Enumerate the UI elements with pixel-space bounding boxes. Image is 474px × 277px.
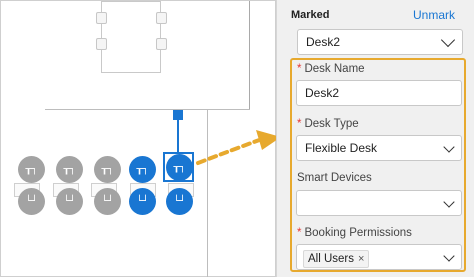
permission-chip: All Users × <box>303 250 370 268</box>
desk-name-input[interactable]: Desk2 <box>296 80 462 106</box>
desk-type-label: * Desk Type <box>297 118 359 130</box>
desk-type-value: Flexible Desk <box>305 141 378 155</box>
desk-type-select[interactable]: Flexible Desk <box>296 135 462 161</box>
smart-devices-label: Smart Devices <box>297 172 372 184</box>
chevron-down-icon <box>440 32 456 48</box>
marked-label: Marked <box>291 9 330 21</box>
permission-chip-label: All Users <box>308 253 355 265</box>
desk-name-label: * Desk Name <box>297 63 365 75</box>
chevron-down-icon <box>443 141 455 153</box>
marked-desk-value: Desk2 <box>306 35 341 49</box>
app-root: ┰┐ ┰┐ ┰┐ ┰┐ ┰┐ └┘ └┘ └┘ └┘ └┘ Marked Unm… <box>0 0 474 277</box>
chip-remove-icon[interactable]: × <box>358 251 364 267</box>
unmark-link[interactable]: Unmark <box>413 8 455 22</box>
smart-devices-select[interactable] <box>296 190 462 216</box>
booking-permissions-select[interactable]: All Users × <box>296 244 462 270</box>
chevron-down-icon <box>443 196 455 208</box>
marked-desk-select[interactable]: Desk2 <box>297 29 463 55</box>
chevron-down-icon <box>443 250 455 262</box>
booking-permissions-label: * Booking Permissions <box>297 227 412 239</box>
desk-name-value: Desk2 <box>305 86 340 100</box>
